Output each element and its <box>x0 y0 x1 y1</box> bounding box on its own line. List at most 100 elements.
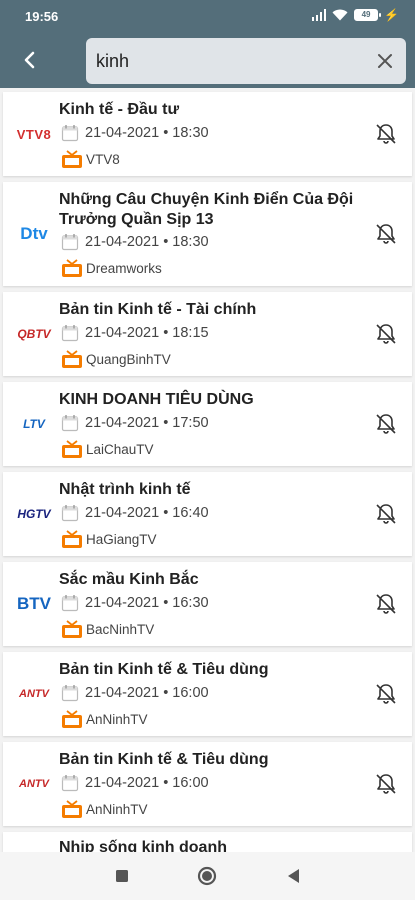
program-card[interactable]: HGTV Nhật trình kinh tế 21-04-2021 • 16:… <box>3 472 412 556</box>
program-title: KINH DOANH TIÊU DÙNG <box>59 391 254 408</box>
channel-logo-vtv8: VTV8 <box>16 126 52 142</box>
notification-off-icon[interactable] <box>374 322 398 346</box>
program-card[interactable]: VTV8 Kinh tế - Đầu tư 21-04-2021 • 18:30… <box>3 92 412 176</box>
home-button[interactable] <box>197 866 217 886</box>
program-channel: HaGiangTV <box>61 528 157 550</box>
search-input[interactable]: kinh <box>86 38 406 84</box>
program-channel: BacNinhTV <box>61 618 154 640</box>
calendar-icon <box>61 685 79 702</box>
channel-logo-dtv: Dtv <box>20 224 48 243</box>
calendar-icon <box>61 125 79 142</box>
channel-name: Dreamworks <box>86 260 162 276</box>
recents-button[interactable] <box>112 866 132 886</box>
program-card[interactable]: BTV Sắc mầu Kinh Bắc 21-04-2021 • 16:30 … <box>3 562 412 646</box>
tv-icon <box>62 620 82 638</box>
notification-off-icon[interactable] <box>374 122 398 146</box>
program-card[interactable]: ANTV Bản tin Kinh tế & Tiêu dùng 21-04-2… <box>3 652 412 736</box>
tv-icon <box>62 259 82 277</box>
channel-name: VTV8 <box>86 151 120 167</box>
search-results-list[interactable]: VTV8 Kinh tế - Đầu tư 21-04-2021 • 18:30… <box>0 90 415 852</box>
program-date: 21-04-2021 • 16:40 <box>85 505 209 521</box>
channel-name: BacNinhTV <box>86 621 155 637</box>
channel-name: HaGiangTV <box>86 531 157 547</box>
program-date: 21-04-2021 • 16:00 <box>85 685 209 701</box>
program-title: Bản tin Kinh tế - Tài chính <box>59 301 257 318</box>
program-channel: AnNinhTV <box>61 798 148 820</box>
program-title: Bản tin Kinh tế & Tiêu dùng <box>59 751 269 768</box>
program-card[interactable]: QBTV Bản tin Kinh tế - Tài chính 21-04-2… <box>3 292 412 376</box>
program-channel: QuangBinhTV <box>61 348 171 370</box>
back-nav-button[interactable] <box>283 866 303 886</box>
program-date: 21-04-2021 • 16:00 <box>85 775 209 791</box>
notification-off-icon[interactable] <box>374 222 398 246</box>
program-date: 21-04-2021 • 18:15 <box>85 325 209 341</box>
notification-off-icon[interactable] <box>374 412 398 436</box>
calendar-icon <box>61 325 79 342</box>
circle-icon <box>197 866 217 886</box>
channel-name: AnNinhTV <box>86 711 148 727</box>
calendar-icon <box>61 234 79 251</box>
program-date: 21-04-2021 • 18:30 <box>85 125 209 141</box>
channel-logo-hgtv: HGTV <box>17 507 51 521</box>
calendar-icon <box>61 415 79 432</box>
program-datetime: 21-04-2021 • 17:50 <box>61 413 209 433</box>
status-icons: 49 ⚡ <box>312 8 399 22</box>
program-datetime: 21-04-2021 • 16:40 <box>61 503 209 523</box>
program-datetime: 21-04-2021 • 16:30 <box>61 593 209 613</box>
program-card[interactable]: ANTV Bản tin Kinh tế & Tiêu dùng 21-04-2… <box>3 742 412 826</box>
back-arrow-icon <box>24 51 35 69</box>
channel-logo-qbtv: QBTV <box>17 327 51 341</box>
notification-off-icon[interactable] <box>374 772 398 796</box>
program-date: 21-04-2021 • 18:30 <box>85 234 209 250</box>
program-title: Nhịp sống kinh doanh <box>59 839 227 852</box>
program-date: 21-04-2021 • 16:30 <box>85 595 209 611</box>
back-button[interactable] <box>14 44 46 76</box>
program-title: Kinh tế - Đầu tư <box>59 101 180 118</box>
program-card[interactable]: Dtv Những Câu Chuyện Kinh Điển Của Đội T… <box>3 182 412 286</box>
program-channel: AnNinhTV <box>61 708 148 730</box>
channel-logo-antv: ANTV <box>19 778 49 790</box>
tv-icon <box>62 710 82 728</box>
program-datetime: 21-04-2021 • 18:30 <box>61 232 209 252</box>
program-channel: Dreamworks <box>61 257 162 279</box>
search-query[interactable]: kinh <box>96 51 129 72</box>
tv-icon <box>62 800 82 818</box>
notification-off-icon[interactable] <box>374 682 398 706</box>
channel-logo-btv: BTV <box>17 594 51 613</box>
program-datetime: 21-04-2021 • 18:15 <box>61 323 209 343</box>
close-icon <box>378 54 392 68</box>
calendar-icon <box>61 775 79 792</box>
channel-logo-ltv: LTV <box>23 417 45 431</box>
notification-off-icon[interactable] <box>374 502 398 526</box>
program-channel: VTV8 <box>61 148 120 170</box>
notification-off-icon[interactable] <box>374 592 398 616</box>
system-nav-bar <box>0 852 415 900</box>
wifi-icon <box>332 9 348 21</box>
channel-name: QuangBinhTV <box>86 351 171 367</box>
tv-icon <box>62 350 82 368</box>
channel-logo-antv: ANTV <box>19 688 49 700</box>
program-datetime: 21-04-2021 • 18:30 <box>61 123 209 143</box>
program-title: Nhật trình kinh tế <box>59 481 191 498</box>
tv-icon <box>62 440 82 458</box>
program-title: Sắc mầu Kinh Bắc <box>59 571 199 588</box>
triangle-back-icon <box>288 869 299 883</box>
calendar-icon <box>61 505 79 522</box>
tv-icon <box>62 530 82 548</box>
program-title: Bản tin Kinh tế & Tiêu dùng <box>59 661 269 678</box>
program-title: Những Câu Chuyện Kinh Điển Của Đội Trưởn… <box>59 191 354 228</box>
clear-search-button[interactable] <box>374 50 396 72</box>
program-date: 21-04-2021 • 17:50 <box>85 415 209 431</box>
channel-name: AnNinhTV <box>86 801 148 817</box>
charging-icon: ⚡ <box>384 8 399 22</box>
program-datetime: 21-04-2021 • 16:00 <box>61 683 209 703</box>
battery-icon: 49 <box>354 9 382 21</box>
channel-name: LaiChauTV <box>86 441 154 457</box>
status-bar: 19:56 49 ⚡ <box>0 0 415 32</box>
search-app-bar: kinh <box>0 32 415 88</box>
calendar-icon <box>61 595 79 612</box>
program-card[interactable]: Nhịp sống kinh doanh <box>3 832 412 852</box>
program-card[interactable]: LTV KINH DOANH TIÊU DÙNG 21-04-2021 • 17… <box>3 382 412 466</box>
program-channel: LaiChauTV <box>61 438 154 460</box>
tv-icon <box>62 150 82 168</box>
